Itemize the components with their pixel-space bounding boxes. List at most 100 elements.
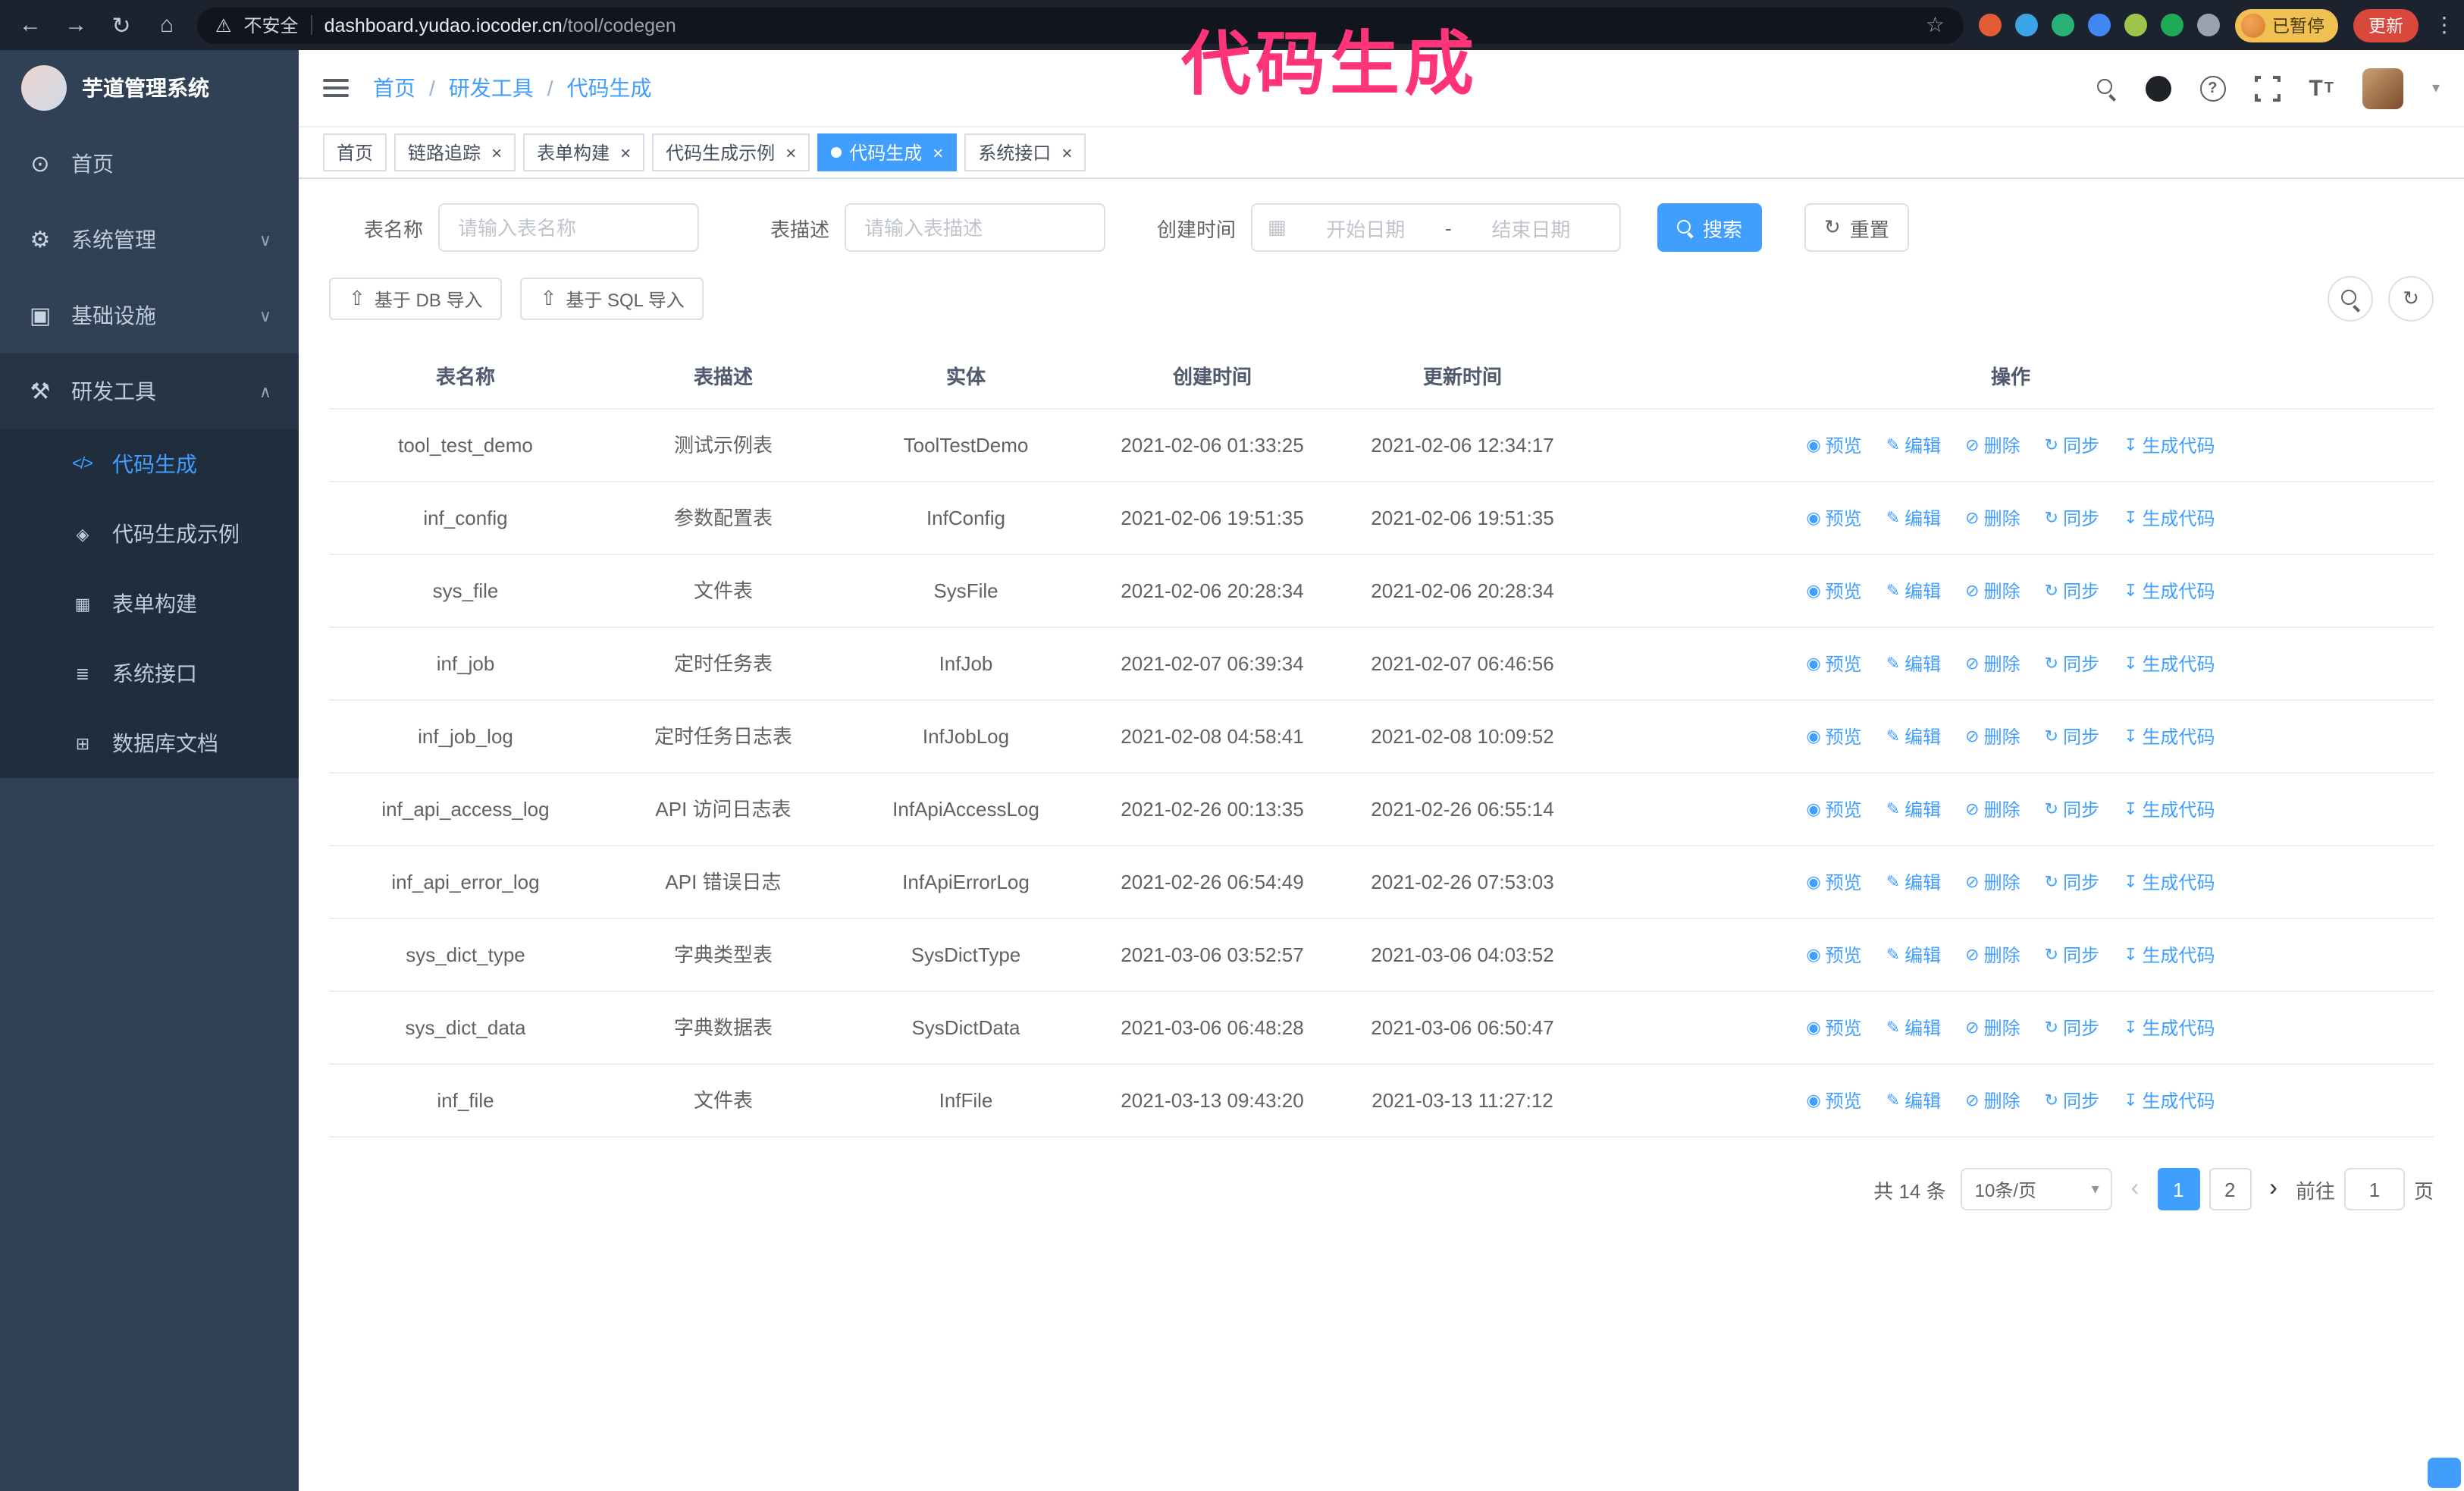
edit-action-link[interactable]: ✎ 编辑 <box>1886 795 1941 825</box>
delete-action-link[interactable]: ⊘ 删除 <box>1965 576 2020 607</box>
user-avatar[interactable] <box>2362 67 2403 108</box>
preview-action-link[interactable]: ◉ 预览 <box>1806 1086 1861 1116</box>
preview-action-link[interactable]: ◉ 预览 <box>1806 868 1861 898</box>
bookmark-star-icon[interactable]: ☆ <box>1926 12 1945 38</box>
generate-code-action-link[interactable]: ↧ 生成代码 <box>2124 722 2215 752</box>
delete-action-link[interactable]: ⊘ 删除 <box>1965 940 2020 971</box>
preview-action-link[interactable]: ◉ 预览 <box>1806 576 1861 607</box>
preview-action-link[interactable]: ◉ 预览 <box>1806 649 1861 680</box>
reset-button[interactable]: ↻ 重置 <box>1804 203 1909 252</box>
preview-action-link[interactable]: ◉ 预览 <box>1806 795 1861 825</box>
browser-menu-icon[interactable]: ⋮ <box>2434 12 2455 38</box>
security-label[interactable]: 不安全 <box>244 12 299 38</box>
edit-action-link[interactable]: ✎ 编辑 <box>1886 1086 1941 1116</box>
breadcrumb-item[interactable]: 代码生成 <box>534 73 652 103</box>
breadcrumb-item[interactable]: 研发工具 <box>415 73 534 103</box>
extension-icon-shield[interactable] <box>1978 14 2001 36</box>
extension-icon-card[interactable] <box>2124 14 2146 36</box>
page-number-button[interactable]: 1 <box>2157 1168 2200 1210</box>
generate-code-action-link[interactable]: ↧ 生成代码 <box>2124 1086 2215 1116</box>
delete-action-link[interactable]: ⊘ 删除 <box>1965 504 2020 534</box>
sync-action-link[interactable]: ↻ 同步 <box>2045 795 2099 825</box>
font-size-icon[interactable]: TT <box>2309 75 2334 101</box>
tab-close-icon[interactable]: × <box>933 142 943 163</box>
sync-action-link[interactable]: ↻ 同步 <box>2045 649 2099 680</box>
preview-action-link[interactable]: ◉ 预览 <box>1806 431 1861 461</box>
import-sql-button[interactable]: ⇧ 基于 SQL 导入 <box>520 278 704 320</box>
column-header[interactable]: 表名称 <box>329 343 602 410</box>
column-header[interactable]: 表描述 <box>602 343 845 410</box>
edit-action-link[interactable]: ✎ 编辑 <box>1886 431 1941 461</box>
sync-action-link[interactable]: ↻ 同步 <box>2045 576 2099 607</box>
tab[interactable]: 代码生成 × <box>817 133 958 171</box>
tab-close-icon[interactable]: × <box>1061 142 1072 163</box>
delete-action-link[interactable]: ⊘ 删除 <box>1965 649 2020 680</box>
extension-icon-people[interactable] <box>2087 14 2110 36</box>
fullscreen-icon[interactable] <box>2252 74 2282 102</box>
preview-action-link[interactable]: ◉ 预览 <box>1806 504 1861 534</box>
edit-action-link[interactable]: ✎ 编辑 <box>1886 1013 1941 1044</box>
import-db-button[interactable]: ⇧ 基于 DB 导入 <box>329 278 503 320</box>
home-icon[interactable]: ⌂ <box>152 12 182 38</box>
app-logo[interactable]: 芋道管理系统 <box>0 50 299 126</box>
prev-page-button[interactable]: ‹ <box>2128 1176 2143 1201</box>
address-bar[interactable]: ⚠ 不安全 dashboard.yudao.iocoder.cn/tool/co… <box>197 7 1963 43</box>
generate-code-action-link[interactable]: ↧ 生成代码 <box>2124 649 2215 680</box>
sidebar-item-codegen[interactable]: </> 代码生成 <box>0 429 299 499</box>
page-number-button[interactable]: 2 <box>2209 1168 2252 1210</box>
sidebar-item-home[interactable]: ⊙ 首页 <box>0 126 299 202</box>
column-header[interactable]: 操作 <box>1588 343 2434 410</box>
sidebar-item-form-builder[interactable]: ▦ 表单构建 <box>0 569 299 639</box>
page-url[interactable]: dashboard.yudao.iocoder.cn/tool/codegen <box>324 14 676 36</box>
sync-action-link[interactable]: ↻ 同步 <box>2045 868 2099 898</box>
delete-action-link[interactable]: ⊘ 删除 <box>1965 431 2020 461</box>
tab-close-icon[interactable]: × <box>491 142 502 163</box>
column-header[interactable]: 实体 <box>845 343 1087 410</box>
edit-action-link[interactable]: ✎ 编辑 <box>1886 868 1941 898</box>
generate-code-action-link[interactable]: ↧ 生成代码 <box>2124 431 2215 461</box>
delete-action-link[interactable]: ⊘ 删除 <box>1965 795 2020 825</box>
sidebar-item-system[interactable]: ⚙ 系统管理 ∨ <box>0 202 299 278</box>
extension-icon-pawn[interactable] <box>2196 14 2219 36</box>
generate-code-action-link[interactable]: ↧ 生成代码 <box>2124 940 2215 971</box>
tab[interactable]: 首页 <box>323 133 387 171</box>
table-desc-input[interactable] <box>845 203 1105 252</box>
tab-close-icon[interactable]: × <box>620 142 631 163</box>
sync-action-link[interactable]: ↻ 同步 <box>2045 1086 2099 1116</box>
extension-icon-check[interactable] <box>2051 14 2074 36</box>
search-button[interactable]: 搜索 <box>1657 203 1763 252</box>
sidebar-item-codegen-example[interactable]: ◈ 代码生成示例 <box>0 499 299 569</box>
column-header[interactable]: 更新时间 <box>1337 343 1588 410</box>
table-name-input[interactable] <box>438 203 699 252</box>
breadcrumb-item[interactable]: 首页 <box>373 73 415 103</box>
floating-action-button[interactable] <box>2428 1458 2461 1488</box>
goto-page-input[interactable] <box>2343 1168 2405 1210</box>
tab[interactable]: 系统接口 × <box>964 133 1086 171</box>
browser-update-button[interactable]: 更新 <box>2353 8 2419 42</box>
edit-action-link[interactable]: ✎ 编辑 <box>1886 576 1941 607</box>
edit-action-link[interactable]: ✎ 编辑 <box>1886 649 1941 680</box>
sync-action-link[interactable]: ↻ 同步 <box>2045 722 2099 752</box>
tab[interactable]: 代码生成示例 × <box>652 133 810 171</box>
sync-action-link[interactable]: ↻ 同步 <box>2045 1013 2099 1044</box>
reload-icon[interactable]: ↻ <box>106 11 136 39</box>
delete-action-link[interactable]: ⊘ 删除 <box>1965 868 2020 898</box>
sync-action-link[interactable]: ↻ 同步 <box>2045 504 2099 534</box>
tab-close-icon[interactable]: × <box>785 142 796 163</box>
page-size-select[interactable]: 10条/页 ▾ <box>1961 1168 2113 1210</box>
profile-chip[interactable]: 已暂停 <box>2234 8 2338 42</box>
preview-action-link[interactable]: ◉ 预览 <box>1806 1013 1861 1044</box>
sidebar-item-api[interactable]: ≣ 系统接口 <box>0 639 299 708</box>
delete-action-link[interactable]: ⊘ 删除 <box>1965 1013 2020 1044</box>
back-icon[interactable]: ← <box>15 12 45 38</box>
sidebar-item-devtools[interactable]: ⚒ 研发工具 ∧ <box>0 353 299 429</box>
sync-action-link[interactable]: ↻ 同步 <box>2045 431 2099 461</box>
generate-code-action-link[interactable]: ↧ 生成代码 <box>2124 576 2215 607</box>
help-icon[interactable]: ? <box>2199 75 2226 101</box>
next-page-button[interactable]: › <box>2266 1176 2281 1201</box>
generate-code-action-link[interactable]: ↧ 生成代码 <box>2124 504 2215 534</box>
edit-action-link[interactable]: ✎ 编辑 <box>1886 504 1941 534</box>
edit-action-link[interactable]: ✎ 编辑 <box>1886 940 1941 971</box>
extension-icon-leaf[interactable] <box>2160 14 2183 36</box>
delete-action-link[interactable]: ⊘ 删除 <box>1965 722 2020 752</box>
